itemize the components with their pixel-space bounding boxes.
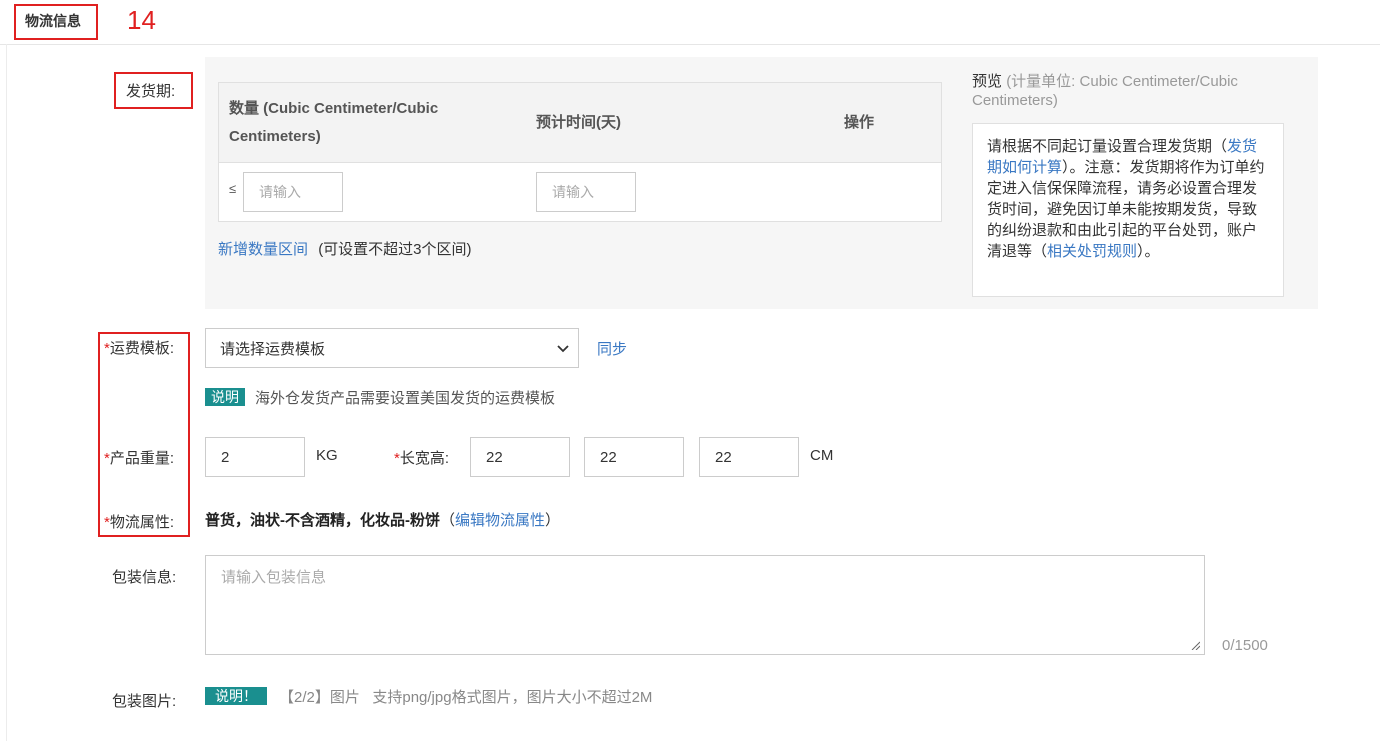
packing-info-label: 包装信息:: [112, 569, 177, 586]
length-input[interactable]: 22: [470, 437, 570, 477]
paren-open: （: [440, 512, 456, 529]
header-action: 操作: [844, 114, 875, 131]
preview-title: 预览: [972, 73, 1003, 90]
estimated-time-input[interactable]: 请输入: [536, 172, 636, 212]
quantity-input-placeholder: 请输入: [259, 184, 301, 200]
chevron-down-icon: [557, 345, 569, 353]
shipping-note: 海外仓发货产品需要设置美国发货的运费模板: [255, 390, 556, 407]
top-divider: [0, 44, 1380, 45]
annotation-number: 14: [127, 5, 156, 35]
logistics-attr-label-text: 物流属性:: [109, 514, 175, 531]
shipping-note-badge: 说明: [205, 388, 245, 406]
add-range-note: (可设置不超过3个区间): [318, 241, 472, 258]
row-prefix-leq: ≤: [229, 181, 237, 196]
shipping-template-label-text: 运费模板:: [109, 340, 175, 357]
add-range-row: 新增数量区间 (可设置不超过3个区间): [218, 238, 472, 259]
logistics-attr-value: 普货，油状-不含酒精，化妆品-粉饼: [205, 512, 440, 529]
weight-label-text: 产品重量:: [109, 450, 175, 467]
packing-info-placeholder: 请输入包装信息: [221, 569, 327, 586]
height-input[interactable]: 22: [699, 437, 799, 477]
delivery-table: 数量 (Cubic Centimeter/Cubic Centimeters) …: [218, 82, 942, 222]
packing-images-note: 【2/2】图片 支持png/jpg格式图片，图片大小不超过2M: [279, 689, 653, 706]
annotation-box-required-fields: [98, 332, 190, 537]
resize-handle-icon[interactable]: [1190, 640, 1200, 650]
preview-text-3: ）。: [1137, 243, 1160, 260]
width-input[interactable]: 22: [584, 437, 684, 477]
header-estimated-time: 预计时间(天): [536, 114, 621, 131]
delivery-label: 发货期:: [126, 83, 176, 100]
length-value: 22: [486, 448, 503, 466]
weight-input[interactable]: 2: [205, 437, 305, 477]
preview-unit: (计量单位: Cubic Centimeter/Cubic Centimeter…: [972, 73, 1238, 109]
weight-unit: KG: [316, 447, 338, 464]
packing-info-textarea[interactable]: 请输入包装信息: [205, 555, 1205, 655]
shipping-template-label: *运费模板:: [104, 337, 174, 358]
header-quantity: 数量 (Cubic Centimeter/Cubic Centimeters): [229, 100, 439, 145]
shipping-template-select[interactable]: 请选择运费模板: [205, 328, 579, 368]
sync-link[interactable]: 同步: [597, 338, 627, 359]
penalty-rules-link[interactable]: 相关处罚规则: [1047, 243, 1137, 260]
left-divider: [6, 44, 7, 741]
packing-images-label: 包装图片:: [112, 693, 177, 710]
add-range-link[interactable]: 新增数量区间: [218, 241, 308, 258]
weight-value: 2: [221, 448, 230, 466]
edit-logistics-attr-link[interactable]: 编辑物流属性: [455, 512, 545, 529]
width-value: 22: [600, 448, 617, 466]
paren-close: ）: [545, 512, 561, 529]
height-value: 22: [715, 448, 732, 466]
section-title: 物流信息: [25, 13, 81, 29]
packing-images-badge: 说明！: [205, 687, 267, 705]
dimensions-unit: CM: [810, 447, 834, 464]
shipping-template-value: 请选择运费模板: [220, 340, 326, 358]
preview-text-1: 请根据不同起订量设置合理发货期（: [987, 138, 1228, 155]
quantity-input[interactable]: 请输入: [243, 172, 343, 212]
preview-header: 预览 (计量单位: Cubic Centimeter/Cubic Centime…: [972, 72, 1292, 110]
preview-box: 请根据不同起订量设置合理发货期（发货期如何计算）。注意：发货期将作为订单约定进入…: [972, 123, 1284, 297]
packing-info-counter: 0/1500: [1222, 637, 1268, 654]
dimensions-label-text: 长宽高:: [399, 450, 450, 467]
dimensions-label: *长宽高:: [394, 447, 449, 468]
weight-label: *产品重量:: [104, 447, 174, 468]
estimated-time-placeholder: 请输入: [552, 184, 594, 200]
logistics-attr-row: 普货，油状-不含酒精，化妆品-粉饼（编辑物流属性）: [205, 509, 560, 530]
logistics-attr-label: *物流属性:: [104, 511, 174, 532]
